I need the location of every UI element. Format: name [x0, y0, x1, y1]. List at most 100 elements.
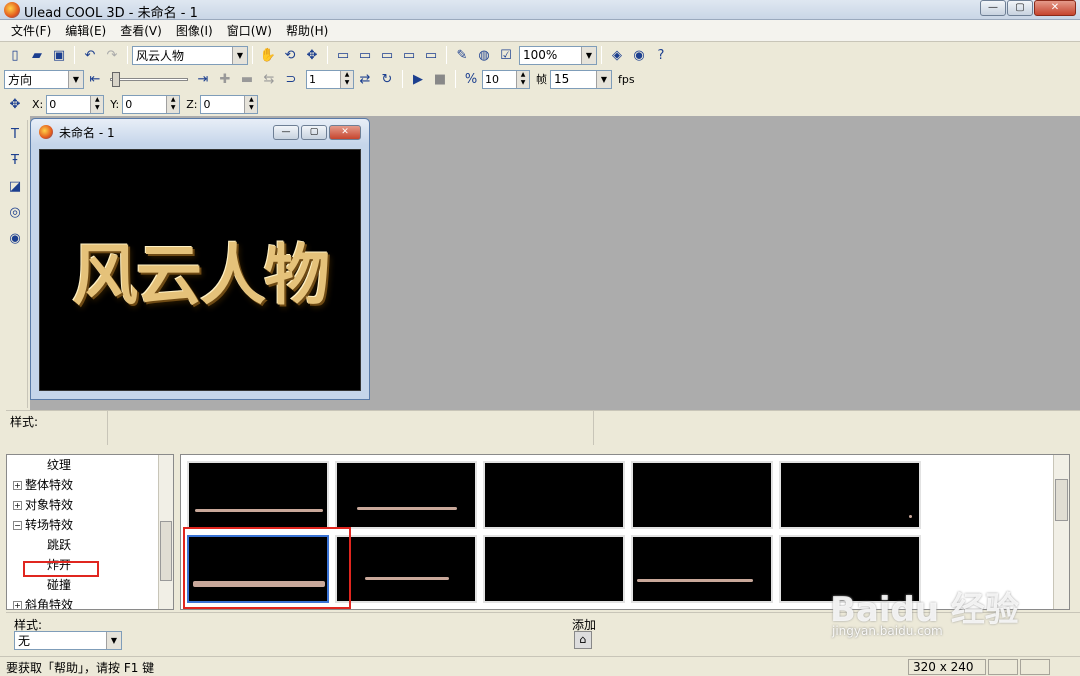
- highlight-box: [23, 561, 99, 577]
- output-icon[interactable]: ◉: [629, 45, 649, 65]
- text-combo-value: 风云人物: [136, 48, 185, 63]
- thumbnail[interactable]: [631, 535, 773, 603]
- status-bar: 要获取「帮助」，请按 F1 键 320 x 240: [0, 656, 1080, 676]
- tree-item-whole-effects[interactable]: + 整体特效: [7, 475, 173, 495]
- step-value: 1: [309, 72, 316, 86]
- timeline-slider[interactable]: [106, 70, 192, 88]
- minimize-button[interactable]: —: [980, 0, 1006, 16]
- percent-icon[interactable]: %: [461, 69, 481, 89]
- tree-item-bevel-effects[interactable]: + 斜角特效: [7, 595, 173, 609]
- expand-icon[interactable]: +: [13, 481, 22, 490]
- insert-graphic-icon[interactable]: ◪: [5, 176, 25, 196]
- style-combo[interactable]: 无 ▼: [14, 631, 122, 650]
- spin-arrows-icon[interactable]: ▲ ▼: [516, 70, 529, 88]
- thumbnail[interactable]: [335, 535, 477, 603]
- close-button[interactable]: ✕: [1034, 0, 1076, 16]
- menu-bar: 文件(F) 编辑(E) 查看(V) 图像(I) 窗口(W) 帮助(H): [0, 20, 1080, 42]
- add-keyframe-icon[interactable]: ✚: [215, 69, 235, 89]
- bevel-3-icon[interactable]: ▭: [377, 45, 397, 65]
- edit-text-icon[interactable]: Ŧ: [5, 150, 25, 170]
- loop-icon[interactable]: ⊃: [281, 69, 301, 89]
- x-spinner[interactable]: 0 ▲ ▼: [46, 94, 105, 114]
- preview-canvas[interactable]: 风云人物: [39, 149, 361, 391]
- slider-thumb[interactable]: [112, 72, 120, 87]
- fps-combo[interactable]: 15 ▼: [550, 69, 612, 89]
- bevel-1-icon[interactable]: ▭: [333, 45, 353, 65]
- maximize-button[interactable]: ▢: [1007, 0, 1033, 16]
- repeat-icon[interactable]: ⇄: [355, 69, 375, 89]
- edit-graphic-icon[interactable]: ◎: [5, 202, 25, 222]
- undo-icon[interactable]: ↶: [80, 45, 100, 65]
- menu-file[interactable]: 文件(F): [4, 21, 58, 41]
- chevron-down-icon: ▼: [106, 632, 121, 649]
- y-value: 0: [125, 97, 133, 111]
- thumbnail[interactable]: [483, 535, 625, 603]
- z-spinner[interactable]: 0 ▲ ▼: [200, 94, 259, 114]
- add-icon[interactable]: ⌂: [574, 631, 592, 649]
- spin-arrows-icon[interactable]: ▲ ▼: [166, 95, 180, 113]
- doc-close-button[interactable]: ✕: [329, 125, 361, 140]
- thumbnail[interactable]: [483, 461, 625, 529]
- menu-window[interactable]: 窗口(W): [220, 21, 279, 41]
- document-icon: [39, 125, 53, 139]
- new-file-icon[interactable]: ▯: [5, 45, 25, 65]
- collapse-icon[interactable]: −: [13, 521, 22, 530]
- tree-item-collide[interactable]: 碰撞: [7, 575, 173, 595]
- tree-item-transition-effects[interactable]: − 转场特效: [7, 515, 173, 535]
- globe-icon[interactable]: ◍: [474, 45, 494, 65]
- spin-arrows-icon[interactable]: ▲ ▼: [244, 95, 258, 113]
- menu-image[interactable]: 图像(I): [169, 21, 220, 41]
- thumbnail[interactable]: [631, 461, 773, 529]
- rotate-object-icon[interactable]: ⟲: [280, 45, 300, 65]
- save-icon[interactable]: ▣: [49, 45, 69, 65]
- render-icon[interactable]: ◈: [607, 45, 627, 65]
- menu-help[interactable]: 帮助(H): [279, 21, 335, 41]
- play-icon[interactable]: ▶: [408, 69, 428, 89]
- thumbnail[interactable]: [335, 461, 477, 529]
- thumbnail-scrollbar[interactable]: [1053, 455, 1069, 609]
- tree-item-object-effects[interactable]: + 对象特效: [7, 495, 173, 515]
- document-titlebar: 未命名 - 1 — ▢ ✕: [31, 119, 369, 145]
- chevron-down-icon: ▼: [596, 70, 611, 88]
- doc-minimize-button[interactable]: —: [273, 125, 299, 140]
- bevel-2-icon[interactable]: ▭: [355, 45, 375, 65]
- frames-spinner[interactable]: 10 ▲ ▼: [482, 69, 530, 89]
- tree-scrollbar[interactable]: [158, 455, 173, 609]
- remove-keyframe-icon[interactable]: ▬: [237, 69, 257, 89]
- spin-arrows-icon[interactable]: ▲ ▼: [90, 95, 104, 113]
- redo-icon[interactable]: ↷: [102, 45, 122, 65]
- y-spinner[interactable]: 0 ▲ ▼: [122, 94, 181, 114]
- reverse-icon[interactable]: ⇆: [259, 69, 279, 89]
- thumbnail[interactable]: [779, 461, 921, 529]
- insert-text-icon[interactable]: T: [5, 124, 25, 144]
- stop-icon[interactable]: ■: [430, 69, 450, 89]
- hand-icon[interactable]: ✋: [258, 45, 278, 65]
- chevron-down-icon: ▼: [232, 46, 247, 64]
- expand-icon[interactable]: +: [13, 601, 22, 609]
- first-frame-icon[interactable]: ⇤: [85, 69, 105, 89]
- help-pointer-icon[interactable]: ?: [651, 45, 671, 65]
- check-icon[interactable]: ☑: [496, 45, 516, 65]
- bevel-4-icon[interactable]: ▭: [399, 45, 419, 65]
- expand-icon[interactable]: +: [13, 501, 22, 510]
- open-folder-icon[interactable]: ▰: [27, 45, 47, 65]
- move-object-icon[interactable]: ✥: [302, 45, 322, 65]
- position-mode-icon[interactable]: ✥: [5, 94, 25, 114]
- cycle-icon[interactable]: ↻: [377, 69, 397, 89]
- step-spinner[interactable]: 1 ▲ ▼: [306, 69, 354, 89]
- geometry-icon[interactable]: ◉: [5, 228, 25, 248]
- workspace: 未命名 - 1 — ▢ ✕ 风云人物: [30, 116, 1080, 410]
- menu-view[interactable]: 查看(V): [113, 21, 169, 41]
- last-frame-icon[interactable]: ⇥: [193, 69, 213, 89]
- menu-edit[interactable]: 编辑(E): [58, 21, 113, 41]
- zoom-combo[interactable]: 100% ▼: [519, 45, 597, 65]
- spin-arrows-icon[interactable]: ▲ ▼: [340, 70, 353, 88]
- light-icon[interactable]: ✎: [452, 45, 472, 65]
- direction-combo[interactable]: 方向 ▼: [4, 69, 84, 89]
- doc-maximize-button[interactable]: ▢: [301, 125, 327, 140]
- bevel-5-icon[interactable]: ▭: [421, 45, 441, 65]
- tree-item-texture[interactable]: 纹理: [7, 455, 173, 475]
- tree-item-jump[interactable]: 跳跃: [7, 535, 173, 555]
- thumbnail[interactable]: [187, 461, 329, 529]
- text-combo[interactable]: 风云人物 ▼: [132, 45, 248, 65]
